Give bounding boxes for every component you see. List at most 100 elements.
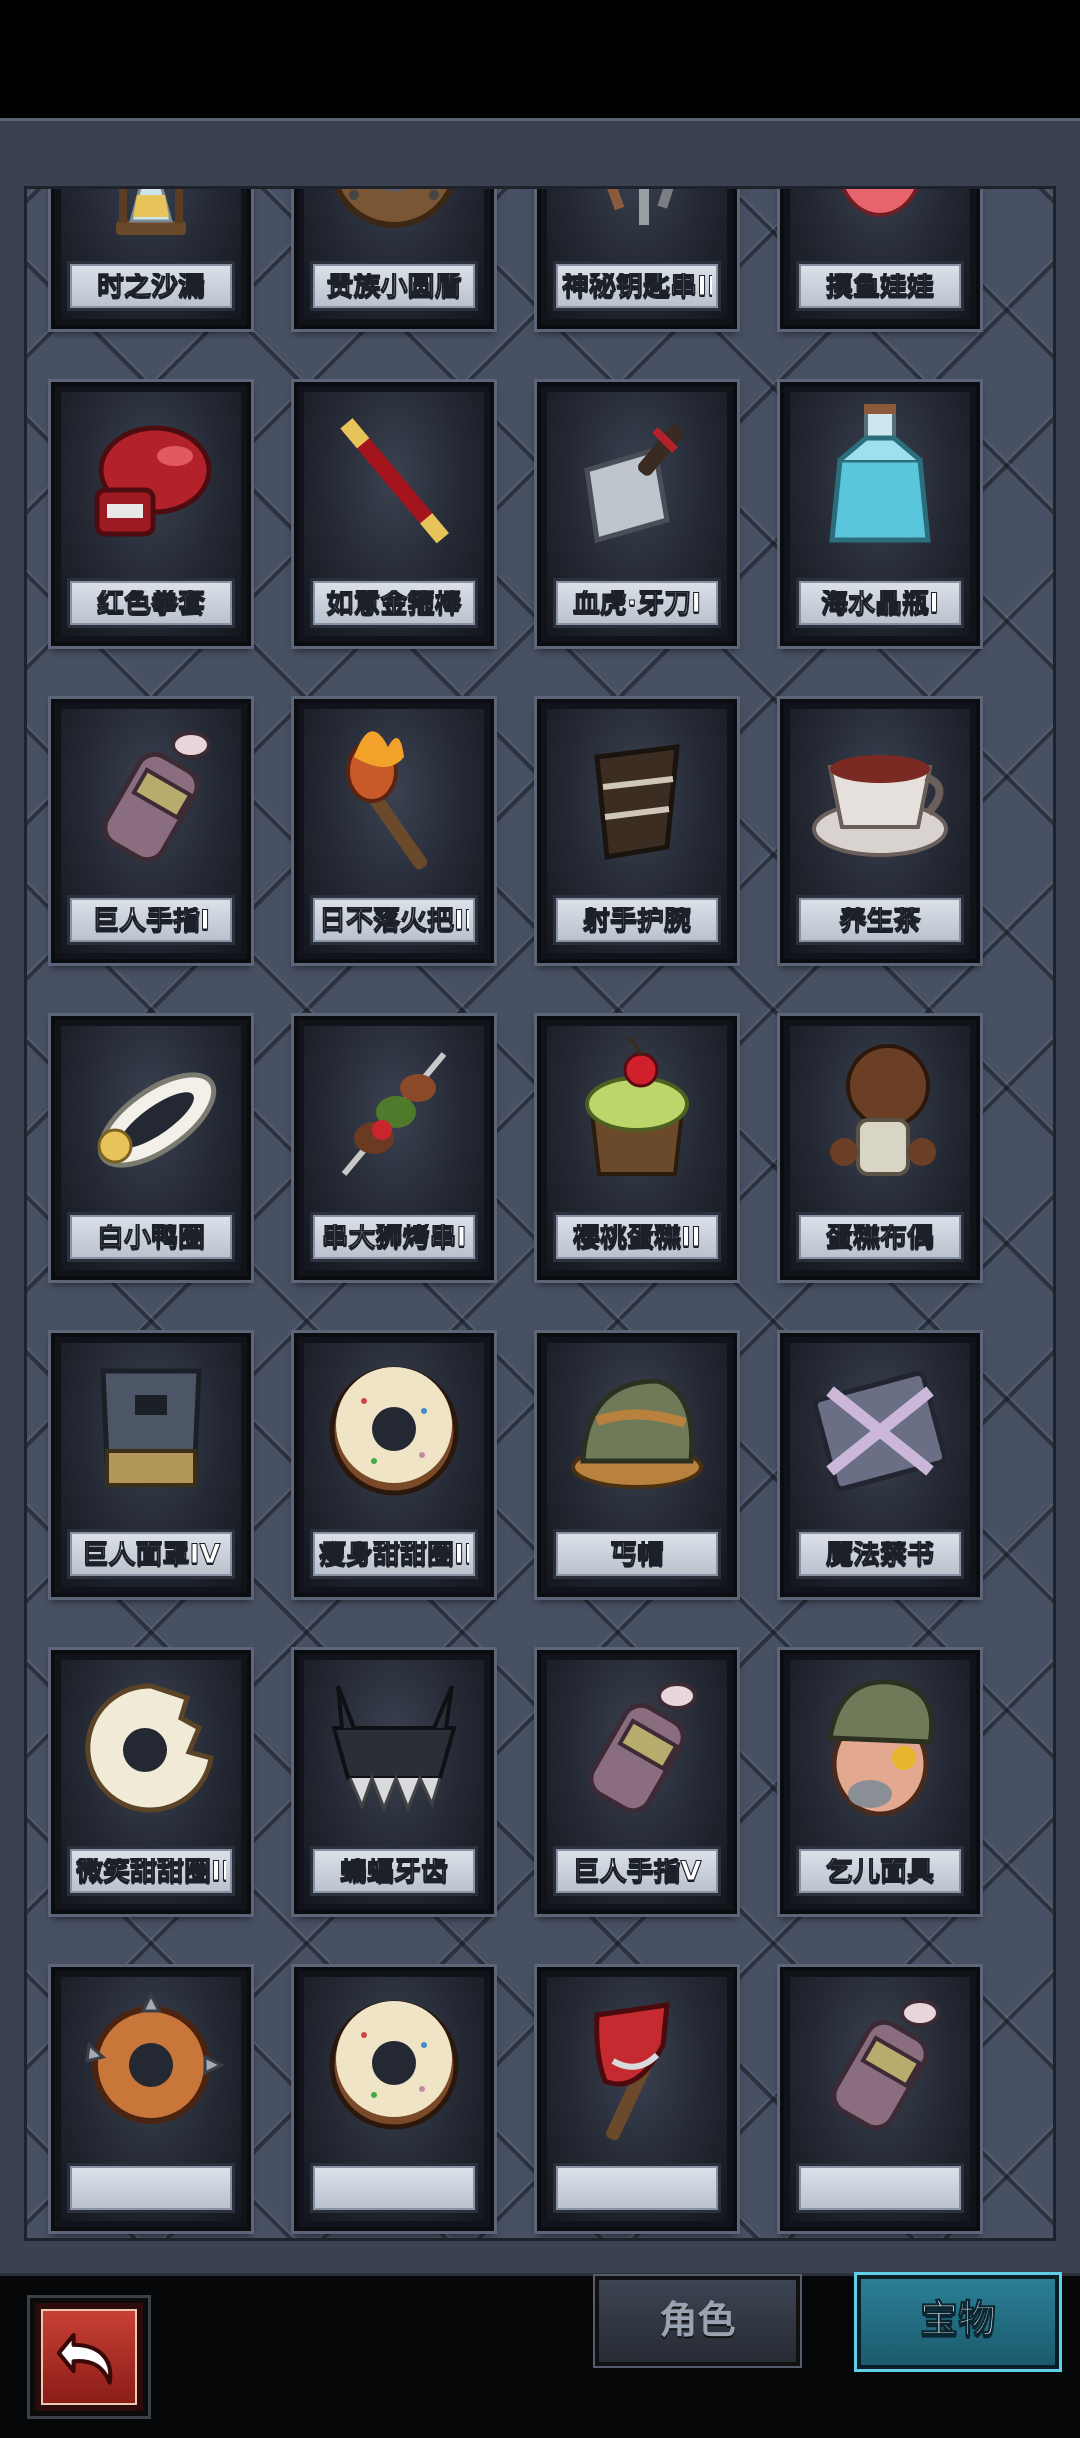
giant-mask-icon [100,1368,202,1487]
torch-icon [346,731,428,870]
donut-icon [329,1366,459,1496]
treasure-grid-panel[interactable]: 时之沙漏 贵族小圆盾 神秘钥匙串II 摸鱼娃娃红色拳套 如意金箍棒 血虎·牙刀I 海水晶瓶I… [24,186,1056,2241]
cherry-cake-icon [585,1036,689,1176]
tab-treasure[interactable]: 宝物 [857,2275,1059,2369]
treasure-name-plate: 如意金箍棒 [310,578,478,628]
treasure-name: 摸鱼娃娃 [826,273,935,301]
treasure-card[interactable]: 如意金箍棒 [294,382,494,646]
treasure-card[interactable] [294,1967,494,2231]
boxing-glove-icon [94,425,212,537]
treasure-card[interactable]: 微笑甜甜圈II [51,1650,251,1914]
treasure-name-plate: 魔法禁书 [796,1529,964,1579]
cake-doll-icon [830,1044,936,1176]
treasure-card[interactable]: 蝙蝠牙齿 [294,1650,494,1914]
treasure-name-plate: 海水晶瓶I [796,578,964,628]
treasure-name-plate: 养生茶 [796,895,964,945]
treasure-name-plate: 蛋糕布偶 [796,1212,964,1262]
treasure-name-plate: 樱桃蛋糕II [553,1212,721,1262]
treasure-name: 海水晶瓶I [820,590,940,618]
treasure-card[interactable]: 白小鸭圈 [51,1016,251,1280]
back-button-face [41,2309,137,2405]
treasure-name-plate: 串大狮烤串I [310,1212,478,1262]
treasure-card[interactable]: 海水晶瓶I [780,382,980,646]
treasure-card[interactable] [537,1967,737,2231]
treasure-name: 魔法禁书 [826,1541,935,1569]
treasure-card[interactable]: 巨人面罩IV [51,1333,251,1597]
status-bar-area [0,0,1080,118]
treasure-card[interactable]: 蛋糕布偶 [780,1016,980,1280]
treasure-name: 串大狮烤串I [321,1224,467,1252]
treasure-name: 巨人手指I [91,907,211,935]
treasure-name: 如意金箍棒 [326,590,462,618]
treasure-card[interactable]: 巨人手指V [537,1650,737,1914]
potion-bottle-icon [829,404,931,543]
treasure-name: 贵族小圆盾 [326,273,462,301]
treasure-card[interactable]: 射手护腕 [537,699,737,963]
treasure-card[interactable]: 魔法禁书 [780,1333,980,1597]
treasure-card[interactable]: 瘦身甜甜圈II [294,1333,494,1597]
treasure-name-plate: 蝙蝠牙齿 [310,1846,478,1896]
treasure-name: 巨人手指V [572,1858,702,1886]
treasure-name: 丐帽 [610,1541,665,1569]
bitten-donut-icon [85,1683,214,1813]
treasure-name: 蛋糕布偶 [826,1224,935,1252]
treasure-name-plate: 血虎·牙刀I [553,578,721,628]
treasure-card[interactable]: 时之沙漏 [51,189,251,329]
treasure-name-plate: 巨人面罩IV [67,1529,235,1579]
treasure-name: 日不落火把II [319,907,469,935]
treasure-card[interactable]: 樱桃蛋糕II [537,1016,737,1280]
treasure-name-plate: 红色拳套 [67,578,235,628]
treasure-card[interactable]: 摸鱼娃娃 [780,189,980,329]
treasure-name-plate: 日不落火把II [310,895,478,945]
treasure-name-plate [553,2163,721,2213]
tab-character[interactable]: 角色 [595,2276,800,2366]
spiked-ring-icon [85,1991,225,2124]
treasure-card[interactable]: 血虎·牙刀I [537,382,737,646]
treasure-name-plate: 白小鸭圈 [67,1212,235,1262]
treasure-card[interactable] [780,1967,980,2231]
treasure-card[interactable]: 神秘钥匙串II [537,189,737,329]
treasure-name: 瘦身甜甜圈II [319,1541,469,1569]
treasure-card[interactable]: 丐帽 [537,1333,737,1597]
treasure-name-plate [310,2163,478,2213]
treasure-name: 时之沙漏 [97,273,206,301]
cleaver-icon [584,424,684,544]
treasure-name: 红色拳套 [97,590,206,618]
forbidden-book-icon [812,1370,948,1492]
treasure-card[interactable] [51,1967,251,2231]
treasure-name-plate: 巨人手指I [67,895,235,945]
treasure-card[interactable]: 贵族小圆盾 [294,189,494,329]
treasure-name-plate: 射手护腕 [553,895,721,945]
teacup-icon [812,755,948,857]
axe-icon [594,2002,670,2141]
treasure-card[interactable]: 串大狮烤串I [294,1016,494,1280]
treasure-name: 神秘钥匙串II [562,273,712,301]
hourglass-icon [116,189,186,235]
treasure-name-plate: 时之沙漏 [67,261,235,311]
treasure-card[interactable]: 养生茶 [780,699,980,963]
treasure-name-plate [796,2163,964,2213]
staff-icon [340,418,449,544]
treasure-name: 血虎·牙刀I [572,590,702,618]
treasure-card[interactable]: 日不落火把II [294,699,494,963]
giant-finger-icon [588,1682,697,1814]
treasure-card[interactable]: 红色拳套 [51,382,251,646]
giant-finger-icon [102,731,211,863]
back-button[interactable] [30,2298,148,2416]
treasure-name-plate [67,2163,235,2213]
treasure-card[interactable]: 巨人手指I [51,699,251,963]
pink-doll-icon [841,189,919,217]
treasure-name: 微笑甜甜圈II [76,1858,226,1886]
bat-teeth-icon [331,1685,457,1813]
treasure-name-plate: 微笑甜甜圈II [67,1846,235,1896]
treasure-name-plate: 贵族小圆盾 [310,261,478,311]
key-ring-icon [587,189,691,225]
treasure-card[interactable]: 乞儿面具 [780,1650,980,1914]
treasure-name: 蝙蝠牙齿 [340,1858,449,1886]
round-shield-icon [334,189,454,228]
treasure-name: 乞儿面具 [826,1858,935,1886]
beggar-hat-icon [571,1378,703,1489]
treasure-name-plate: 瘦身甜甜圈II [310,1529,478,1579]
return-arrow-icon [56,2332,113,2385]
treasure-name: 射手护腕 [583,907,692,935]
